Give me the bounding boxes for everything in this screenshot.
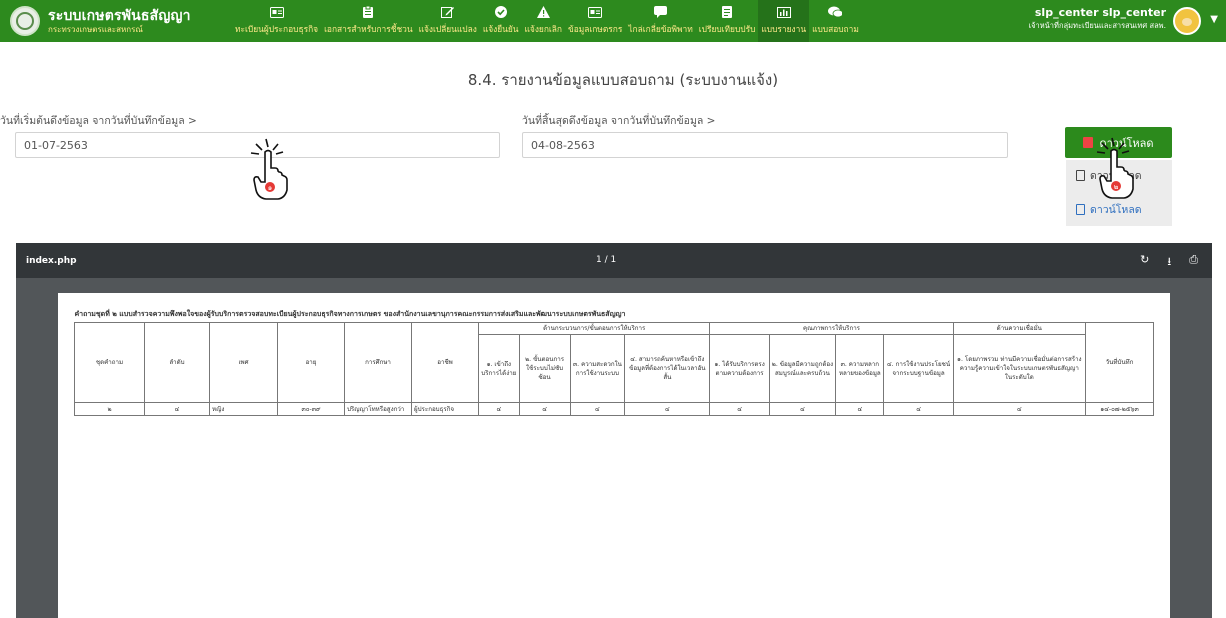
id-card-icon (588, 6, 603, 18)
nav-item-farmer[interactable]: ข้อมูลเกษตรกร (565, 0, 625, 42)
nav-item-cancel[interactable]: แจ้งยกเลิก (522, 0, 565, 42)
col-q4: ๔. การใช้งานประโยชน์จากระบบฐานข้อมูล (883, 334, 954, 403)
group-process: ด้านกระบวนการ/ขั้นตอนการให้บริการ (477, 322, 711, 335)
hand-pointer-icon-step1: ๑ (250, 138, 288, 200)
warning-icon (536, 6, 550, 18)
col-job: อาชีพ (411, 322, 479, 403)
user-role: เจ้าหน้าที่กลุ่มทะเบียนและสารสนเทศ สลพ. (1028, 21, 1166, 30)
pdf-page: คำถามชุดที่ ๒ แบบสำรวจความพึงพอใจของผู้ร… (58, 293, 1170, 618)
col-edu: การศึกษา (344, 322, 412, 403)
col-date: วันที่บันทึก (1085, 322, 1154, 403)
ministry-logo[interactable] (10, 6, 40, 36)
rotate-icon[interactable]: ↻ (1140, 253, 1149, 272)
avatar[interactable] (1173, 7, 1201, 35)
id-card-icon (269, 6, 284, 18)
end-date-label: วันที่สิ้นสุดดึงข้อมูล จากวันที่บันทึกข้… (522, 115, 716, 127)
pdf-filename: index.php (26, 255, 77, 266)
app-title: ระบบเกษตรพันธสัญญา (48, 7, 191, 24)
nav-item-confirm[interactable]: แจ้งยืนยัน (480, 0, 522, 42)
user-info[interactable]: slp_center slp_center เจ้าหน้าที่กลุ่มทะ… (1029, 6, 1166, 32)
group-trust: ด้านความเชื่อมั่น (952, 322, 1087, 335)
nav-item-reports[interactable]: แบบรายงาน (758, 0, 810, 42)
comments-icon (828, 6, 843, 18)
table-row: ๒ ๔ หญิง ๓๐-๓๙ ปริญญาโทหรือสูงกว่า ผู้ปร… (74, 402, 1154, 416)
page-title: 8.4. รายงานข้อมูลแบบสอบถาม (ระบบงานแจ้ง) (467, 71, 779, 89)
pdf-page-indicator: 1 / 1 (596, 255, 617, 265)
clipboard-icon (720, 6, 734, 18)
hand-pointer-icon-step2: ๒ (1096, 137, 1134, 199)
report-title: คำถามชุดที่ ๒ แบบสำรวจความพึงพอใจของผู้ร… (74, 307, 1154, 323)
step-number-1: ๑ (268, 184, 272, 192)
col-no: ลำดับ (144, 322, 210, 403)
chevron-down-icon[interactable]: ▼ (1210, 14, 1218, 25)
col-p2: ๒. ขั้นตอนการใช้ระบบไม่ซับซ้อน (518, 334, 571, 403)
nav-item-documents[interactable]: เอกสารสำหรับการชี้ชวน (321, 0, 416, 42)
document-icon (361, 6, 375, 18)
top-navbar: ระบบเกษตรพันธสัญญา กระทรวงเกษตรและสหกรณ์… (0, 0, 1226, 42)
pdf-file-icon (1083, 137, 1094, 148)
step-number-2: ๒ (1114, 183, 1119, 191)
group-quality: คุณภาพการให้บริการ (709, 322, 954, 335)
start-date-label: วันที่เริ่มต้นดึงข้อมูล จากวันที่บันทึกข… (0, 115, 197, 127)
chat-bubble-icon (654, 6, 668, 18)
nav-item-survey[interactable]: แบบสอบถาม (809, 0, 862, 42)
nav-item-registration[interactable]: ทะเบียนผู้ประกอบธุรกิจ (232, 0, 321, 42)
user-name: slp_center slp_center (1034, 6, 1166, 19)
download-icon[interactable]: ⭳ (1167, 253, 1171, 272)
col-q3: ๓. ความหลากหลายของข้อมูล (835, 334, 885, 403)
bar-chart-icon (776, 6, 791, 18)
app-subtitle: กระทรวงเกษตรและสหกรณ์ (48, 24, 143, 34)
col-p1: ๑. เข้าถึงบริการได้ง่าย (478, 334, 520, 403)
brand[interactable]: ระบบเกษตรพันธสัญญา กระทรวงเกษตรและสหกรณ์ (48, 8, 228, 35)
report-table: คำถามชุดที่ ๒ แบบสำรวจความพึงพอใจของผู้ร… (74, 307, 1154, 416)
pdf-toolbar: index.php 1 / 1 ↻ ⭳ ⎙ (16, 243, 1212, 278)
col-set: ชุดคำถาม (74, 322, 145, 403)
col-age: อายุ (277, 322, 345, 403)
excel-file-icon (1076, 203, 1085, 215)
end-date-input[interactable]: 04-08-2563 (522, 132, 1008, 158)
file-icon (1076, 169, 1085, 181)
main-nav: ทะเบียนผู้ประกอบธุรกิจ เอกสารสำหรับการชี… (232, 0, 862, 42)
pdf-viewer[interactable]: index.php 1 / 1 ↻ ⭳ ⎙ คำถามชุดที่ ๒ แบบส… (16, 243, 1212, 618)
col-p3: ๓. ความสะดวกในการใช้งานระบบ (569, 334, 626, 403)
col-q1: ๑. ได้รับบริการตรงตามความต้องการ (709, 334, 770, 403)
nav-item-fine[interactable]: เปรียบเทียบปรับ (696, 0, 759, 42)
col-p4: ๔. สามารถค้นหาหรือเข้าถึงข้อมูลที่ต้องกา… (624, 334, 711, 403)
nav-item-change[interactable]: แจ้งเปลี่ยนแปลง (416, 0, 480, 42)
edit-icon (441, 6, 455, 18)
col-q2: ๒. ข้อมูลมีความถูกต้องสมบูรณ์และครบถ้วน (768, 334, 837, 403)
nav-item-mediation[interactable]: ไกล่เกลี่ยข้อพิพาท (625, 0, 695, 42)
col-t1: ๑. โดยภาพรวม ท่านมีความเชื่อมั่นต่อการสร… (952, 334, 1087, 403)
check-circle-icon (494, 6, 508, 18)
col-sex: เพศ (209, 322, 278, 403)
print-icon[interactable]: ⎙ (1189, 253, 1198, 272)
